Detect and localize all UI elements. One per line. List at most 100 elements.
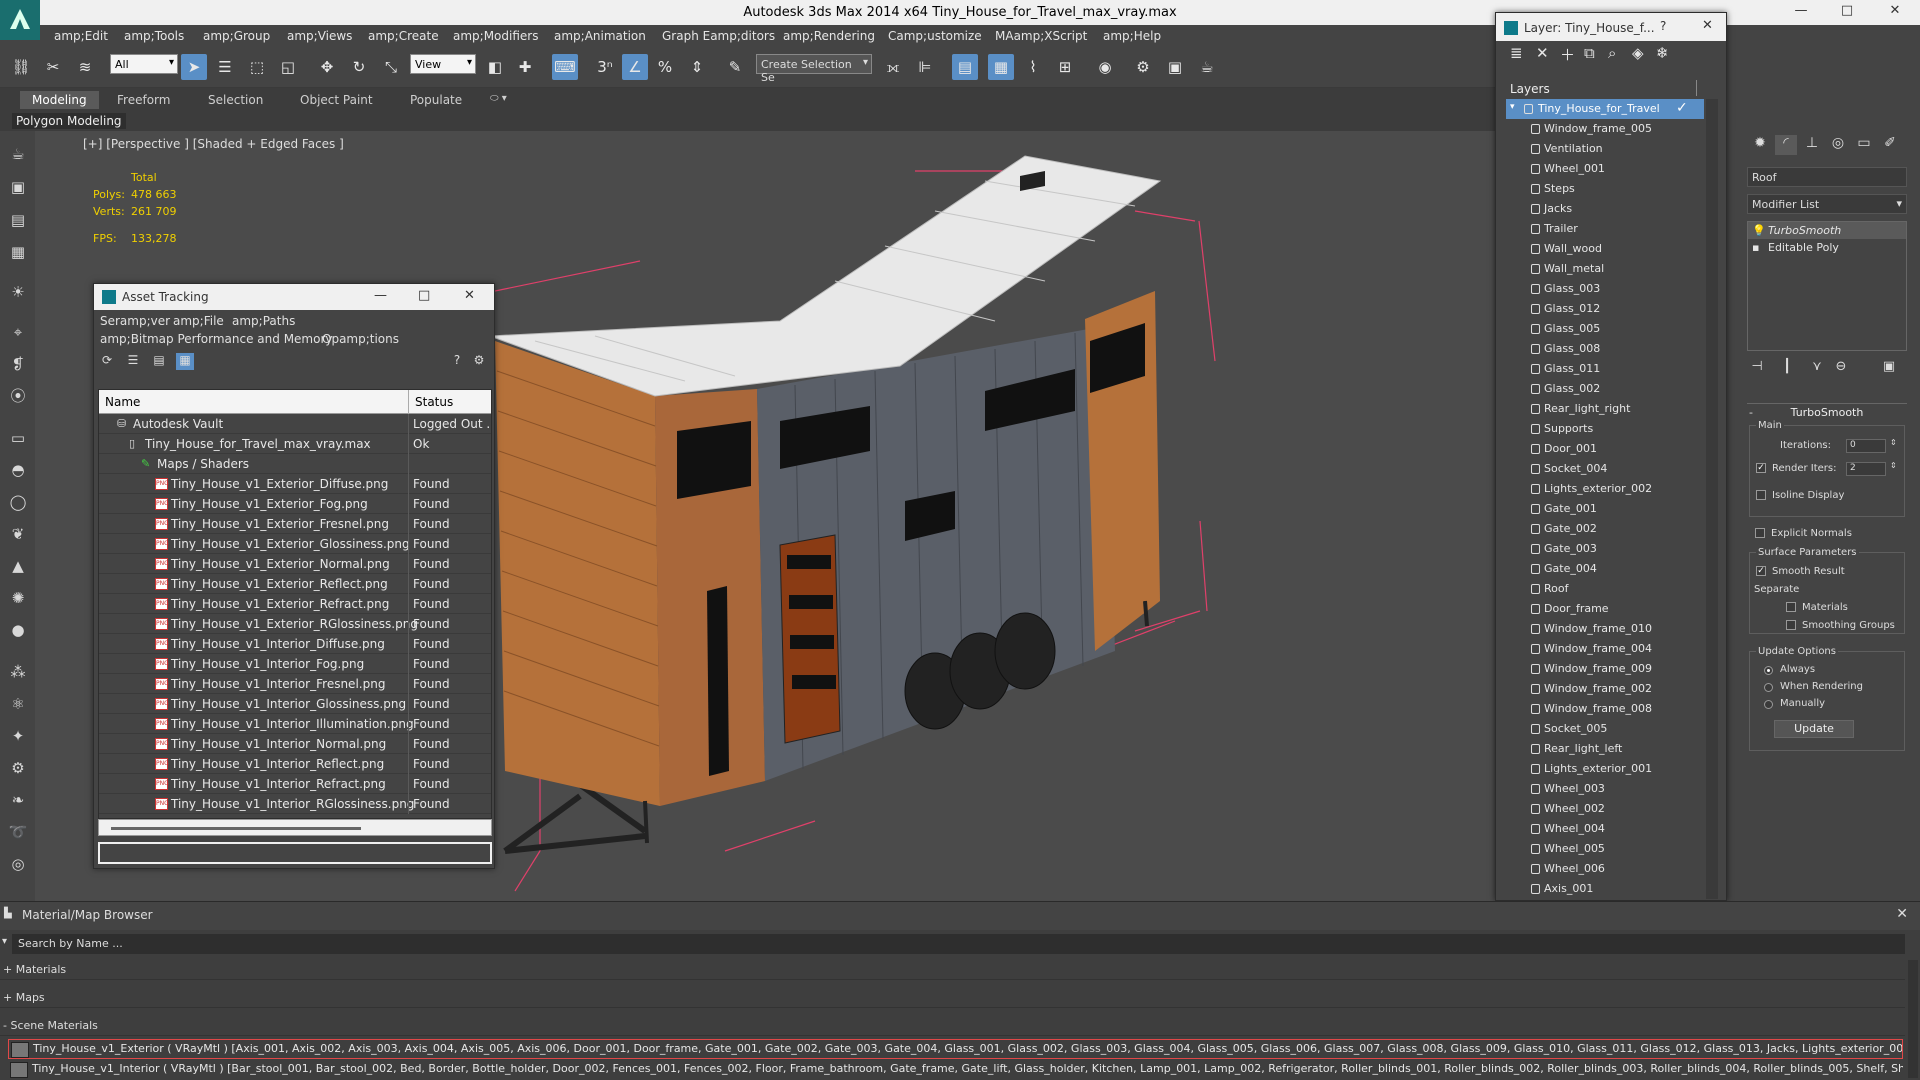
spinner-arrows-icon[interactable]: ⇕ [1890, 461, 1897, 470]
tab-populate[interactable]: Populate [398, 91, 474, 109]
layer-item[interactable]: Trailer [1506, 219, 1704, 239]
schematic-view-icon[interactable]: ⊞ [1052, 54, 1078, 80]
rendered-frame-window-icon[interactable]: ▣ [1162, 54, 1188, 80]
object-icon[interactable] [1531, 864, 1540, 874]
object-icon[interactable] [1531, 624, 1540, 634]
layer-item[interactable]: Glass_003 [1506, 279, 1704, 299]
spinner-snap-icon[interactable]: ⇕ [684, 54, 710, 80]
object-name-field[interactable]: Roof [1747, 167, 1907, 187]
layer-item[interactable]: Rear_light_right [1506, 399, 1704, 419]
menu-customize[interactable]: Camp;ustomize [888, 29, 982, 43]
object-icon[interactable] [1531, 244, 1540, 254]
script-icon[interactable]: ❡ [7, 353, 29, 375]
layer-icon[interactable] [1524, 104, 1533, 114]
menu-edit[interactable]: amp;Edit [54, 29, 108, 43]
mirror-icon[interactable]: ⟗ [880, 54, 906, 80]
move-icon[interactable]: ✥ [314, 54, 340, 80]
list-view-icon[interactable]: ☰ [124, 353, 142, 370]
menu-modifiers[interactable]: amp;Modifiers [453, 29, 538, 43]
grass-icon[interactable]: ❧ [7, 789, 29, 811]
scale-icon[interactable]: ◎ [7, 853, 29, 875]
options-dropdown-icon[interactable]: ▾ [2, 936, 7, 947]
hierarchy-tab-icon[interactable]: ⊥ [1801, 135, 1823, 155]
table-row[interactable]: PNG Tiny_House_v1_Interior_Fresnel.png Fou… [99, 674, 491, 694]
polygon-modeling-panel[interactable]: Polygon Modeling [12, 113, 126, 129]
maximize-button[interactable]: □ [1832, 3, 1862, 18]
close-icon[interactable]: ✕ [1896, 906, 1908, 922]
scene-material-row-interior[interactable]: Tiny_House_v1_Interior ( VRayMtl ) [Bar_… [8, 1060, 1903, 1080]
reference-coord-select[interactable]: View ▾ [410, 54, 476, 74]
settings-icon[interactable]: ⚙ [470, 353, 488, 370]
viewport-label[interactable]: [+] [Perspective ] [Shaded + Edged Faces… [83, 137, 344, 151]
graphite-tools-icon[interactable]: ▦ [988, 54, 1014, 80]
table-row[interactable]: PNG Tiny_House_v1_Interior_Fog.png Found [99, 654, 491, 674]
col-status-header[interactable]: Status [415, 395, 453, 409]
find-layer-icon[interactable]: ⌕ [1608, 44, 1616, 62]
layer-item[interactable]: Glass_002 [1506, 379, 1704, 399]
object-icon[interactable] [1531, 144, 1540, 154]
select-object-icon[interactable]: ➤ [181, 54, 207, 80]
object-icon[interactable] [1531, 884, 1540, 894]
bind-spacewarp-icon[interactable]: ≋ [72, 54, 98, 80]
object-icon[interactable] [1531, 464, 1540, 474]
menu-server[interactable]: Seramp;ver [100, 314, 170, 328]
show-end-result-icon[interactable]: ┃ [1777, 359, 1797, 374]
object-icon[interactable] [1531, 504, 1540, 514]
materials-checkbox[interactable] [1786, 602, 1796, 612]
keyboard-shortcut-icon[interactable]: ⌨ [552, 54, 578, 80]
object-icon[interactable] [1531, 444, 1540, 454]
material-browser-titlebar[interactable]: ▙ Material/Map Browser ✕ [0, 902, 1920, 930]
material-browser-scrollbar[interactable] [1908, 960, 1918, 1078]
layer-item[interactable]: Gate_002 [1506, 519, 1704, 539]
scale-icon[interactable]: ⤡ [378, 54, 404, 80]
configure-modifiers-icon[interactable]: ▣ [1879, 359, 1899, 374]
tab-object-paint[interactable]: Object Paint [288, 91, 385, 109]
menu-tools[interactable]: amp;Tools [124, 29, 184, 43]
modify-tab-icon[interactable]: ◜ [1775, 135, 1797, 155]
tab-modeling[interactable]: Modeling [20, 91, 99, 109]
always-radio[interactable] [1764, 666, 1773, 675]
table-row[interactable]: PNG Tiny_House_v1_Exterior_Reflect.png Fou… [99, 574, 491, 594]
object-icon[interactable] [1531, 364, 1540, 374]
layer-item[interactable]: Door_frame [1506, 599, 1704, 619]
select-layer-icon[interactable]: ⧉ [1584, 44, 1595, 62]
table-row[interactable]: PNG Tiny_House_v1_Interior_Refract.png Fou… [99, 774, 491, 794]
bulb-icon[interactable]: 💡 [1752, 224, 1766, 237]
layer-item[interactable]: Jacks [1506, 199, 1704, 219]
layer-item[interactable]: Axis_001 [1506, 879, 1704, 899]
object-icon[interactable] [1531, 844, 1540, 854]
edit-named-selection-icon[interactable]: ✎ [722, 54, 748, 80]
layer-item[interactable]: Socket_004 [1506, 459, 1704, 479]
menu-options[interactable]: Opamp;tions [322, 332, 399, 346]
menu-create[interactable]: amp;Create [368, 29, 439, 43]
manipulate-icon[interactable]: ✚ [512, 54, 538, 80]
layer-scrollbar[interactable] [1706, 99, 1718, 899]
stack-item-editable-poly[interactable]: ▪ Editable Poly [1748, 239, 1906, 256]
object-icon[interactable] [1531, 604, 1540, 614]
object-icon[interactable] [1531, 204, 1540, 214]
sun-icon[interactable]: ✺ [7, 587, 29, 609]
menu-rendering[interactable]: amp;Rendering [783, 29, 875, 43]
object-icon[interactable] [1531, 824, 1540, 834]
layer-stack-icon[interactable]: ≣ [1510, 44, 1523, 62]
layer-item[interactable]: Glass_012 [1506, 299, 1704, 319]
layer-item[interactable]: Supports [1506, 419, 1704, 439]
layer-item-selected[interactable]: ▾ Tiny_House_for_Travel ✓ [1506, 99, 1704, 119]
lamp-icon[interactable]: ☀ [7, 281, 29, 303]
video-icon[interactable]: ⦿ [7, 385, 29, 407]
object-icon[interactable] [1531, 564, 1540, 574]
layer-item[interactable]: Wheel_002 [1506, 799, 1704, 819]
menu-help[interactable]: amp;Help [1103, 29, 1161, 43]
layer-item[interactable]: Ventilation [1506, 139, 1704, 159]
grid-view-icon[interactable]: ▦ [176, 353, 194, 370]
layer-item[interactable]: Window_frame_008 [1506, 699, 1704, 719]
material-editor-icon[interactable]: ◉ [1092, 54, 1118, 80]
object-icon[interactable] [1531, 324, 1540, 334]
spinner-arrows-icon[interactable]: ⇕ [1890, 438, 1897, 447]
turbosmooth-rollout-header[interactable]: - TurboSmooth [1747, 403, 1907, 419]
table-row[interactable]: PNG Tiny_House_v1_Exterior_Normal.png Foun… [99, 554, 491, 574]
layer-item[interactable]: Lights_exterior_002 [1506, 479, 1704, 499]
help-icon[interactable]: ? [448, 353, 466, 370]
layer-item[interactable]: Wall_metal [1506, 259, 1704, 279]
pin-stack-icon[interactable]: ⊣ [1747, 359, 1767, 374]
